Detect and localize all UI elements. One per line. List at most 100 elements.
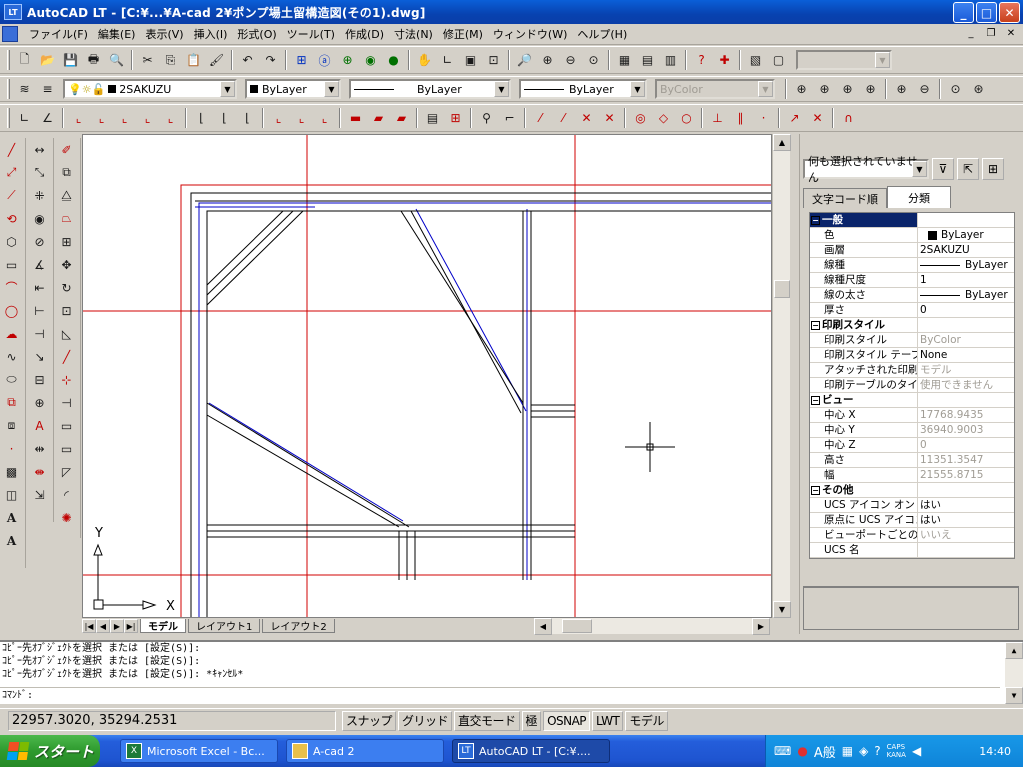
dim-linear-icon[interactable]: ∟ bbox=[13, 107, 36, 129]
property-row[interactable]: 画層 2SAKUZU bbox=[810, 243, 1014, 258]
ime-help-icon[interactable]: ? bbox=[874, 744, 880, 758]
property-value[interactable]: 36940.9003 bbox=[918, 423, 1014, 437]
document-icon[interactable] bbox=[2, 26, 18, 42]
dim-diameter-icon[interactable]: ⊘ bbox=[28, 230, 51, 253]
trim-icon[interactable]: ⊹ bbox=[55, 368, 78, 391]
region-icon[interactable]: ◫ bbox=[0, 483, 23, 506]
erase-icon[interactable]: ✐ bbox=[55, 138, 78, 161]
property-category[interactable]: − 印刷スタイル bbox=[810, 318, 1014, 333]
viewport-scale-combo[interactable]: ▼ bbox=[796, 50, 892, 70]
property-row[interactable]: 印刷テーブルのタイプ 使用できません bbox=[810, 378, 1014, 393]
rectangle-icon[interactable]: ▭ bbox=[0, 253, 23, 276]
ucs-x-icon[interactable]: ⌞ bbox=[267, 107, 290, 129]
command-line-input[interactable]: ｺﾏﾝﾄﾞ: bbox=[0, 687, 1000, 702]
status-toggle[interactable]: モデル bbox=[625, 710, 668, 731]
undo-icon[interactable]: ↶ bbox=[236, 49, 259, 71]
linetype-combo[interactable]: ByLayer ▼ bbox=[349, 79, 511, 99]
ucs-origin-icon[interactable]: ⌊ bbox=[213, 107, 236, 129]
dim-angular-icon[interactable]: ∡ bbox=[28, 253, 51, 276]
property-row[interactable]: 印刷スタイル ByColor bbox=[810, 333, 1014, 348]
maximize-button[interactable]: □ bbox=[976, 2, 997, 23]
print-preview-icon[interactable]: 🔍 bbox=[105, 49, 128, 71]
dim-aligned-icon[interactable]: ∠ bbox=[36, 107, 59, 129]
designcenter-icon[interactable]: ⊞ bbox=[290, 49, 313, 71]
extend-icon[interactable]: ⊣ bbox=[55, 391, 78, 414]
pan-icon[interactable]: ✋ bbox=[413, 49, 436, 71]
dim-baseline-icon[interactable]: ⊢ bbox=[28, 299, 51, 322]
polyline-icon[interactable]: ⟋ bbox=[0, 184, 23, 207]
today-icon[interactable]: ✚ bbox=[713, 49, 736, 71]
property-row[interactable]: UCS アイコン オン はい bbox=[810, 498, 1014, 513]
menu-modify[interactable]: 修正(M) bbox=[438, 26, 488, 42]
collapse-icon[interactable]: − bbox=[811, 216, 820, 225]
single-viewport-icon[interactable]: ▢ bbox=[767, 49, 790, 71]
tab-model[interactable]: モデル bbox=[140, 619, 186, 633]
quick-dim-icon[interactable]: ⇤ bbox=[28, 276, 51, 299]
snap-tangent-icon[interactable]: ○ bbox=[675, 107, 698, 129]
internet-icon[interactable]: ⓐ bbox=[313, 49, 336, 71]
osnap-settings-icon[interactable]: ∩ bbox=[837, 107, 860, 129]
scroll-up-icon[interactable]: ▲ bbox=[1005, 642, 1023, 659]
snap-from-icon[interactable]: ⌐ bbox=[498, 107, 521, 129]
status-toggle[interactable]: 極 bbox=[521, 710, 542, 731]
property-value[interactable]: None bbox=[918, 348, 1014, 362]
autocad-app-icon[interactable]: LT bbox=[4, 4, 22, 20]
scroll-down-icon[interactable]: ▼ bbox=[1005, 687, 1023, 704]
ucs-view-icon[interactable]: ⌊ bbox=[190, 107, 213, 129]
menu-edit[interactable]: 編集(E) bbox=[93, 26, 141, 42]
coordinate-display[interactable]: 22957.3020, 35294.2531 bbox=[8, 710, 336, 731]
text-icon[interactable]: A bbox=[0, 529, 23, 552]
ellipse-icon[interactable]: ⬭ bbox=[0, 368, 23, 391]
ucs-zaxis-icon[interactable]: ⌊ bbox=[236, 107, 259, 129]
zoom-center-icon[interactable]: ⊕ bbox=[859, 78, 882, 100]
rotate-icon[interactable]: ↻ bbox=[55, 276, 78, 299]
property-value[interactable]: ByLayer bbox=[918, 258, 1014, 272]
dim-update-icon[interactable]: ▰ bbox=[367, 107, 390, 129]
snap-endpoint-icon[interactable]: ⁄ bbox=[529, 107, 552, 129]
snap-perpendicular-icon[interactable]: ⊥ bbox=[706, 107, 729, 129]
property-row[interactable]: 原点に UCS アイコン はい bbox=[810, 513, 1014, 528]
pickadd-icon[interactable]: ⊽ bbox=[932, 158, 954, 180]
zoom-dynamic-icon[interactable]: ⊕ bbox=[813, 78, 836, 100]
tab-next-icon[interactable]: ▶ bbox=[110, 619, 124, 633]
snap-nearest-icon[interactable]: ↗ bbox=[783, 107, 806, 129]
property-category[interactable]: − 一般 bbox=[810, 213, 1014, 228]
property-value[interactable]: 17768.9435 bbox=[918, 408, 1014, 422]
plotstyle-combo[interactable]: ByColor ▼ bbox=[655, 79, 775, 99]
property-value[interactable]: 2SAKUZU bbox=[918, 243, 1014, 257]
ucs-y-icon[interactable]: ⌞ bbox=[290, 107, 313, 129]
menu-view[interactable]: 表示(V) bbox=[140, 26, 188, 42]
dim-style-v-icon[interactable]: ⇲ bbox=[28, 483, 51, 506]
ime-pad-icon[interactable]: ◈ bbox=[859, 744, 868, 758]
save-icon[interactable]: 💾 bbox=[59, 49, 82, 71]
menu-window[interactable]: ウィンドウ(W) bbox=[488, 26, 572, 42]
model-space-canvas[interactable]: Y X bbox=[82, 134, 772, 618]
property-row[interactable]: 中心 Y 36940.9003 bbox=[810, 423, 1014, 438]
property-value[interactable]: いいえ bbox=[918, 528, 1014, 542]
scroll-up-icon[interactable]: ▲ bbox=[773, 134, 791, 151]
fillet-icon[interactable]: ◜ bbox=[55, 483, 78, 506]
color-combo[interactable]: ByLayer ▼ bbox=[245, 79, 341, 99]
ecommerce-icon[interactable]: ● bbox=[382, 49, 405, 71]
viewport-icon[interactable]: ▧ bbox=[744, 49, 767, 71]
stretch-icon[interactable]: ◺ bbox=[55, 322, 78, 345]
start-button[interactable]: スタート bbox=[0, 735, 100, 767]
dim-ordinate-icon[interactable]: ⁜ bbox=[28, 184, 51, 207]
scroll-down-icon[interactable]: ▼ bbox=[773, 601, 791, 618]
named-views-icon[interactable]: ⊡ bbox=[482, 49, 505, 71]
ucs-icon[interactable]: ⌞ bbox=[67, 107, 90, 129]
cut-icon[interactable]: ✂ bbox=[136, 49, 159, 71]
help-icon[interactable]: ? bbox=[690, 49, 713, 71]
leader-icon[interactable]: ↘ bbox=[28, 345, 51, 368]
menu-file[interactable]: ファイル(F) bbox=[24, 26, 93, 42]
tab-first-icon[interactable]: |◀ bbox=[82, 619, 96, 633]
copy-object-icon[interactable]: ⧉ bbox=[55, 161, 78, 184]
dim-aligned-v-icon[interactable]: ⤡ bbox=[28, 161, 51, 184]
layout-icon[interactable]: ▦ bbox=[613, 49, 636, 71]
selection-combo[interactable]: 何も選択されていません ▼ bbox=[803, 155, 929, 184]
snap-intersection-icon[interactable]: ✕ bbox=[575, 107, 598, 129]
paste-icon[interactable]: 📋 bbox=[182, 49, 205, 71]
ucs-face-icon[interactable]: ⌞ bbox=[136, 107, 159, 129]
select-objects-icon[interactable]: ⇱ bbox=[957, 158, 979, 180]
close-button[interactable]: ✕ bbox=[999, 2, 1020, 23]
